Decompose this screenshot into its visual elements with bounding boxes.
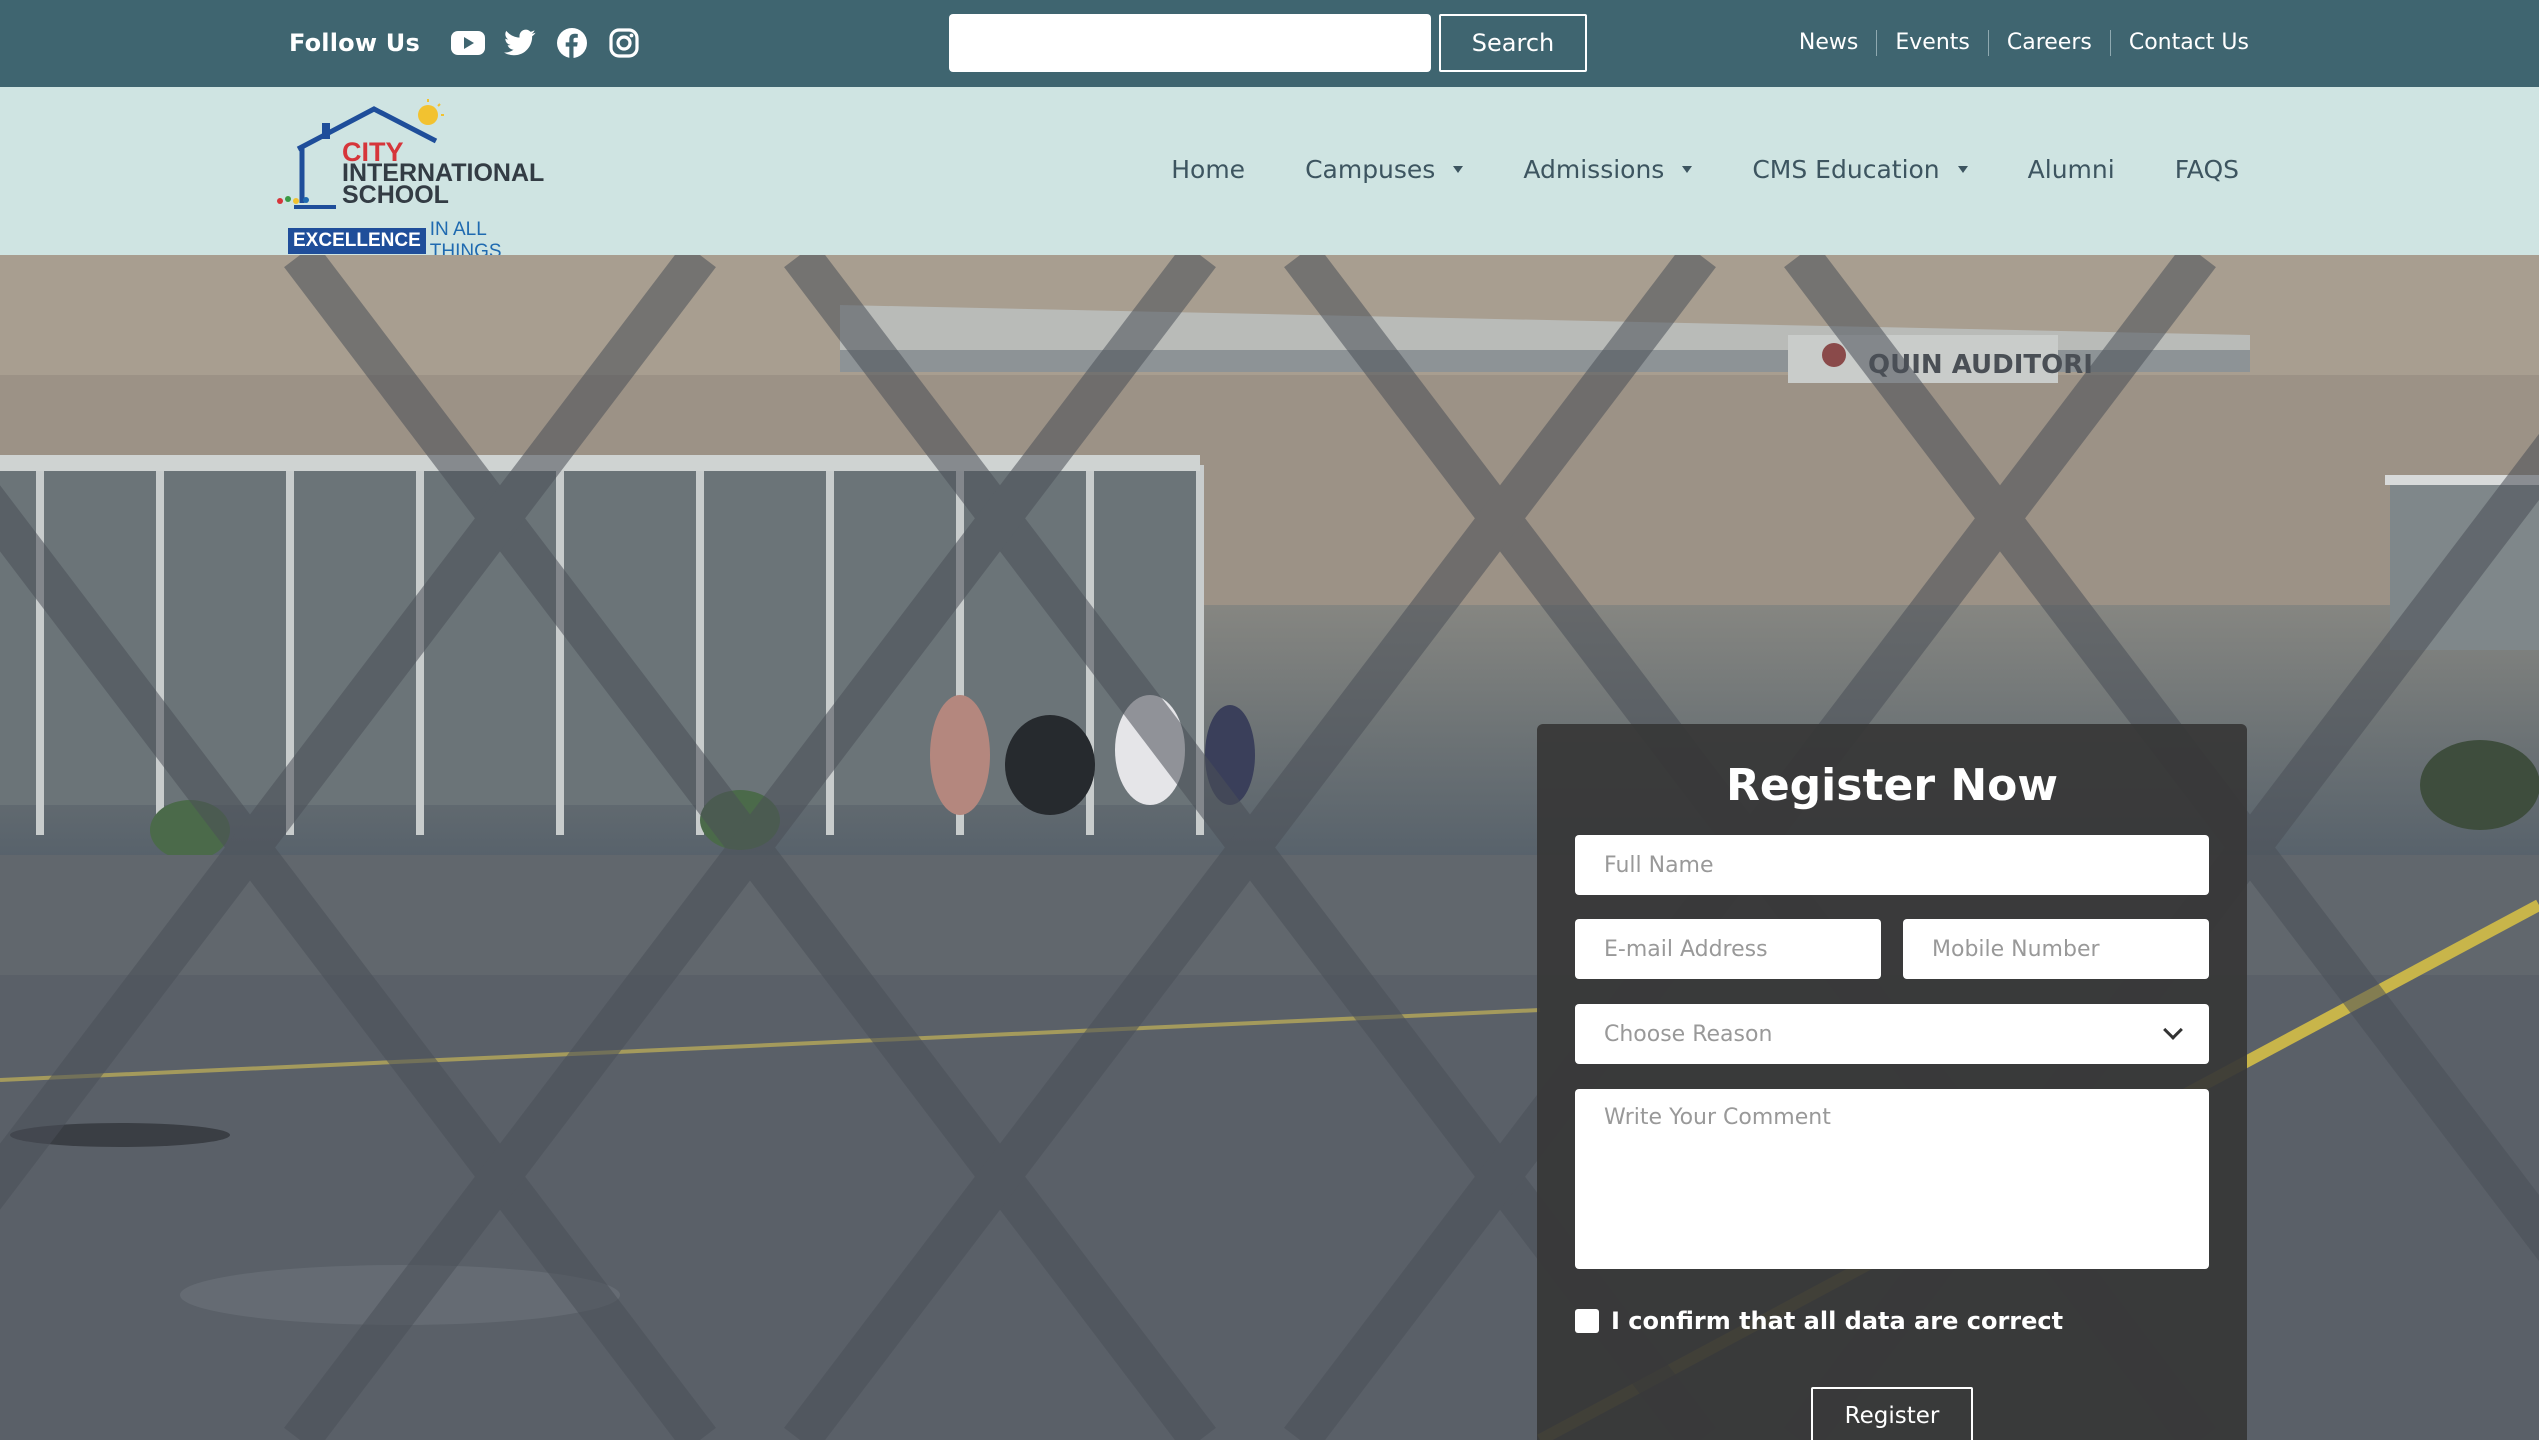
full-name-field[interactable]: Full Name	[1575, 835, 2209, 895]
school-logo[interactable]: CITY INTERNATIONAL SCHOOL EXCELLENCE IN …	[274, 97, 546, 262]
confirm-row[interactable]: I confirm that all data are correct	[1575, 1307, 2063, 1335]
nav-alumni[interactable]: Alumni	[1998, 155, 2145, 184]
nav-label: Campuses	[1305, 155, 1436, 184]
search-button[interactable]: Search	[1439, 14, 1587, 72]
nav-label: Alumni	[2027, 155, 2115, 184]
events-link[interactable]: Events	[1876, 30, 1988, 56]
confirm-checkbox[interactable]	[1575, 1309, 1599, 1333]
follow-us-label: Follow Us	[289, 29, 420, 57]
top-bar: Follow Us Search News Events Careers Con…	[0, 0, 2539, 87]
instagram-icon[interactable]	[606, 26, 642, 60]
caret-down-icon	[1453, 166, 1464, 173]
logo-line-school: SCHOOL	[342, 181, 449, 209]
caret-down-icon	[1957, 166, 1968, 173]
reason-selected-value: Choose Reason	[1604, 1021, 1773, 1047]
mobile-field[interactable]: Mobile Number	[1903, 919, 2209, 979]
nav-campuses[interactable]: Campuses	[1275, 155, 1493, 184]
caret-down-icon	[1682, 166, 1693, 173]
email-field[interactable]: E-mail Address	[1575, 919, 1881, 979]
email-placeholder: E-mail Address	[1604, 936, 1768, 962]
twitter-icon[interactable]	[502, 26, 538, 60]
nav-faqs[interactable]: FAQS	[2145, 155, 2239, 184]
chevron-down-icon	[2163, 1020, 2183, 1040]
register-form: Register Now Full Name E-mail Address Mo…	[1537, 724, 2247, 1440]
follow-us: Follow Us	[289, 26, 642, 60]
facebook-icon[interactable]	[554, 26, 590, 60]
main-nav: Home Campuses Admissions CMS Education A…	[1141, 155, 2239, 184]
news-link[interactable]: News	[1781, 30, 1876, 56]
site-header: CITY INTERNATIONAL SCHOOL EXCELLENCE IN …	[0, 87, 2539, 262]
register-button[interactable]: Register	[1811, 1387, 1973, 1440]
nav-label: Admissions	[1523, 155, 1665, 184]
search-input[interactable]	[949, 14, 1431, 72]
comment-placeholder: Write Your Comment	[1604, 1105, 1831, 1130]
reason-select[interactable]: Choose Reason	[1575, 1004, 2209, 1064]
social-links	[450, 26, 642, 60]
nav-admissions[interactable]: Admissions	[1493, 155, 1722, 184]
form-title: Register Now	[1725, 760, 2059, 811]
nav-home[interactable]: Home	[1141, 155, 1275, 184]
confirm-label: I confirm that all data are correct	[1611, 1307, 2064, 1335]
careers-link[interactable]: Careers	[1987, 30, 2110, 56]
logo-tagline-highlight: EXCELLENCE	[288, 228, 426, 254]
comment-textarea[interactable]: Write Your Comment	[1575, 1089, 2209, 1269]
full-name-placeholder: Full Name	[1604, 852, 1714, 878]
youtube-icon[interactable]	[450, 26, 486, 60]
nav-label: Home	[1171, 155, 1246, 184]
mobile-placeholder: Mobile Number	[1932, 936, 2100, 962]
nav-label: CMS Education	[1752, 155, 1940, 184]
nav-label: FAQS	[2174, 155, 2239, 184]
hero-banner: QUIN AUDITORI Register Now Full Name E-m…	[0, 255, 2539, 1440]
contact-us-link[interactable]: Contact Us	[2109, 30, 2249, 56]
nav-cms-education[interactable]: CMS Education	[1722, 155, 1997, 184]
search-bar: Search	[949, 14, 1587, 72]
utility-links: News Events Careers Contact Us	[1781, 26, 2249, 60]
